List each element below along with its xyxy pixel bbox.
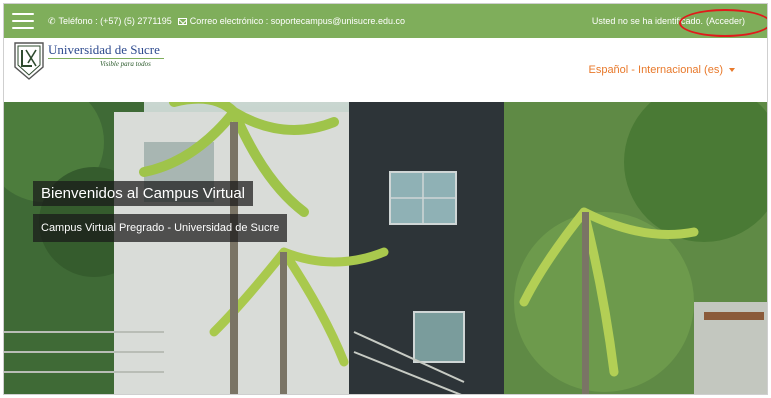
chevron-down-icon (729, 68, 735, 72)
top-bar: ✆ Teléfono : (+57) (5) 2771195 Correo el… (4, 4, 767, 38)
site-header: Universidad de Sucre Visible para todos … (4, 38, 767, 102)
university-logo[interactable] (12, 41, 46, 81)
email-text: Correo electrónico : soportecampus@unisu… (189, 16, 405, 26)
hero-banner: Bienvenidos al Campus Virtual Campus Vir… (4, 102, 767, 394)
campus-subtitle: Campus Virtual Pregrado - Universidad de… (33, 214, 288, 242)
language-label: Español - Internacional (es) (588, 64, 723, 76)
campus-photo (4, 102, 767, 394)
brand-tagline: Visible para todos (100, 60, 151, 68)
brand-name: Universidad de Sucre (48, 42, 160, 57)
language-selector[interactable]: Español - Internacional (es) (588, 64, 735, 76)
contact-info: ✆ Teléfono : (+57) (5) 2771195 Correo el… (48, 16, 405, 27)
phone-icon: ✆ (48, 15, 56, 26)
welcome-heading: Bienvenidos al Campus Virtual (33, 181, 254, 206)
page-frame: ✆ Teléfono : (+57) (5) 2771195 Correo el… (3, 3, 768, 395)
phone-text: Teléfono : (+57) (5) 2771195 (58, 16, 172, 26)
menu-hamburger-icon[interactable] (12, 13, 34, 29)
envelope-icon (177, 17, 187, 25)
annotation-highlight-ellipse (679, 9, 767, 37)
brand-divider (48, 58, 164, 59)
